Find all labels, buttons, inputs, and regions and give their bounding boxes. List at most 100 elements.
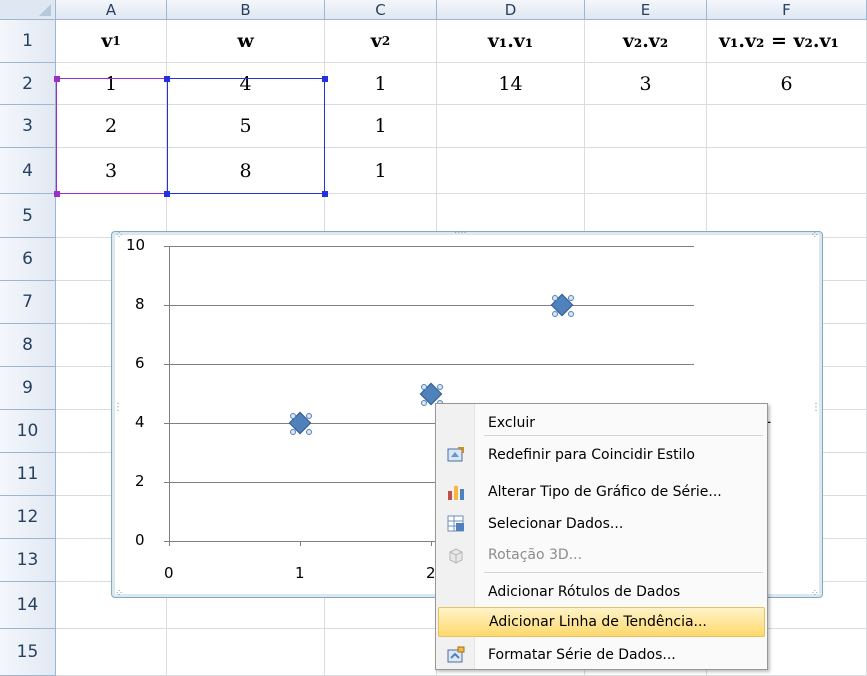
menu-item[interactable]: Selecionar Dados... xyxy=(438,509,765,539)
y-range-handle-br[interactable] xyxy=(322,191,328,197)
x-tick-label[interactable]: 0 xyxy=(164,564,174,582)
cell-a1[interactable]: v1 xyxy=(56,20,167,63)
grid-cell[interactable] xyxy=(585,148,707,194)
row-header-6[interactable]: 6 xyxy=(0,238,56,281)
row-header-13[interactable]: 13 xyxy=(0,539,56,582)
menu-item-label: Adicionar Linha de Tendência... xyxy=(489,614,707,630)
column-header-c[interactable]: C xyxy=(325,0,437,20)
x-range-handle-tl[interactable] xyxy=(54,76,60,82)
y-tick-label[interactable]: 10 xyxy=(126,236,145,254)
row-header-7[interactable]: 7 xyxy=(0,281,56,324)
point-selection-handle[interactable] xyxy=(437,383,443,390)
y-tick-label[interactable]: 2 xyxy=(135,472,145,490)
grid-cell[interactable] xyxy=(437,148,585,194)
cell-f2[interactable]: 6 xyxy=(707,63,867,105)
cell-c1-sub: 2 xyxy=(381,34,391,48)
format-series-icon xyxy=(446,645,466,665)
cell-c4[interactable]: 1 xyxy=(325,148,437,194)
cell-c3[interactable]: 1 xyxy=(325,105,437,148)
reset-style-icon xyxy=(446,445,466,465)
x-range-handle-bl[interactable] xyxy=(54,191,60,197)
y-tick-label[interactable]: 6 xyxy=(135,354,145,372)
y-axis-line[interactable] xyxy=(169,246,170,546)
cell-f1[interactable]: v₁.v₂ = v₂.v₁ xyxy=(707,20,867,63)
menu-item-label: Adicionar Rótulos de Dados xyxy=(488,584,681,600)
y-tick-label[interactable]: 0 xyxy=(135,531,145,549)
grid-cell[interactable] xyxy=(707,105,867,148)
grid-cell[interactable] xyxy=(707,148,867,194)
x-range-highlight xyxy=(56,78,167,194)
context-menu[interactable]: Excluir Redefinir para Coincidir Estilo Al… xyxy=(435,403,768,670)
point-selection-handle[interactable] xyxy=(568,311,574,317)
y-range-handle-tr[interactable] xyxy=(322,76,328,82)
row-header-15[interactable]: 15 xyxy=(0,629,56,676)
menu-item-label: Redefinir para Coincidir Estilo xyxy=(488,447,695,463)
cell-d1[interactable]: v₁.v₁ xyxy=(437,20,585,63)
row-header-2[interactable]: 2 xyxy=(0,63,56,105)
point-selection-handle[interactable] xyxy=(421,399,427,406)
point-selection-handle[interactable] xyxy=(552,295,558,301)
column-header-e[interactable]: E xyxy=(585,0,707,20)
menu-item-label: Formatar Série de Dados... xyxy=(488,647,676,663)
row-header-14[interactable]: 14 xyxy=(0,582,56,629)
menu-item[interactable]: Adicionar Rótulos de Dados xyxy=(438,577,765,607)
row-header-4[interactable]: 4 xyxy=(0,148,56,194)
menu-item[interactable]: Alterar Tipo de Gráfico de Série... xyxy=(438,477,765,507)
cell-c2[interactable]: 1 xyxy=(325,63,437,105)
menu-item[interactable]: Adicionar Linha de Tendência... xyxy=(438,607,765,637)
x-tick-mark xyxy=(169,541,170,546)
cell-b1[interactable]: w xyxy=(167,20,325,63)
row-header-12[interactable]: 12 xyxy=(0,496,56,539)
cell-e2[interactable]: 3 xyxy=(585,63,707,105)
cell-e1[interactable]: v₂.v₂ xyxy=(585,20,707,63)
menu-item: Rotação 3D... xyxy=(438,540,765,570)
grid-cell[interactable] xyxy=(167,629,325,676)
chart-type-icon xyxy=(446,482,466,502)
row-header-10[interactable]: 10 xyxy=(0,410,56,453)
point-selection-handle[interactable] xyxy=(421,383,427,390)
y-gridline[interactable] xyxy=(164,364,694,365)
cell-a1-sub: 1 xyxy=(112,34,121,48)
point-selection-handle[interactable] xyxy=(290,429,296,435)
x-tick-label[interactable]: 1 xyxy=(295,564,305,582)
select-all-corner[interactable] xyxy=(0,0,56,20)
grid-cell[interactable] xyxy=(437,105,585,148)
grid-cell[interactable] xyxy=(325,629,437,676)
row-header-3[interactable]: 3 xyxy=(0,105,56,148)
cell-c1-base: v xyxy=(370,30,382,52)
menu-item-label: Rotação 3D... xyxy=(488,547,583,563)
point-selection-handle[interactable] xyxy=(306,413,312,419)
grid-cell[interactable] xyxy=(56,629,167,676)
y-tick-label[interactable]: 4 xyxy=(135,413,145,431)
rotation-3d-icon xyxy=(446,545,466,565)
column-header-b[interactable]: B xyxy=(167,0,325,20)
row-header-5[interactable]: 5 xyxy=(0,194,56,238)
y-range-handle-bl[interactable] xyxy=(164,191,170,197)
row-header-8[interactable]: 8 xyxy=(0,324,56,367)
menu-item[interactable]: Formatar Série de Dados... xyxy=(438,640,765,670)
column-header-a[interactable]: A xyxy=(56,0,167,20)
cell-c1[interactable]: v2 xyxy=(325,20,437,63)
spreadsheet[interactable]: A B C D E F 1 2 3 4 5 6 7 8 9 10 11 12 1… xyxy=(0,0,867,676)
select-all-triangle-icon xyxy=(39,4,51,16)
row-header-1[interactable]: 1 xyxy=(0,20,56,63)
row-header-9[interactable]: 9 xyxy=(0,367,56,410)
menu-item[interactable]: Redefinir para Coincidir Estilo xyxy=(438,440,765,470)
point-selection-handle[interactable] xyxy=(552,311,558,317)
y-tick-label[interactable]: 8 xyxy=(135,295,145,313)
row-header-11[interactable]: 11 xyxy=(0,453,56,496)
grid-cell[interactable] xyxy=(585,105,707,148)
y-gridline[interactable] xyxy=(164,246,694,247)
menu-item[interactable]: Excluir xyxy=(438,408,765,438)
cell-a1-base: v xyxy=(101,30,113,52)
column-header-d[interactable]: D xyxy=(437,0,585,20)
y-range-handle-tl[interactable] xyxy=(164,76,170,82)
select-data-icon xyxy=(446,514,466,534)
x-tick-mark xyxy=(300,541,301,546)
column-header-f[interactable]: F xyxy=(707,0,867,20)
cell-d2[interactable]: 14 xyxy=(437,63,585,105)
point-selection-handle[interactable] xyxy=(290,413,296,419)
point-selection-handle[interactable] xyxy=(306,429,312,435)
y-gridline[interactable] xyxy=(164,305,694,306)
point-selection-handle[interactable] xyxy=(568,295,574,301)
